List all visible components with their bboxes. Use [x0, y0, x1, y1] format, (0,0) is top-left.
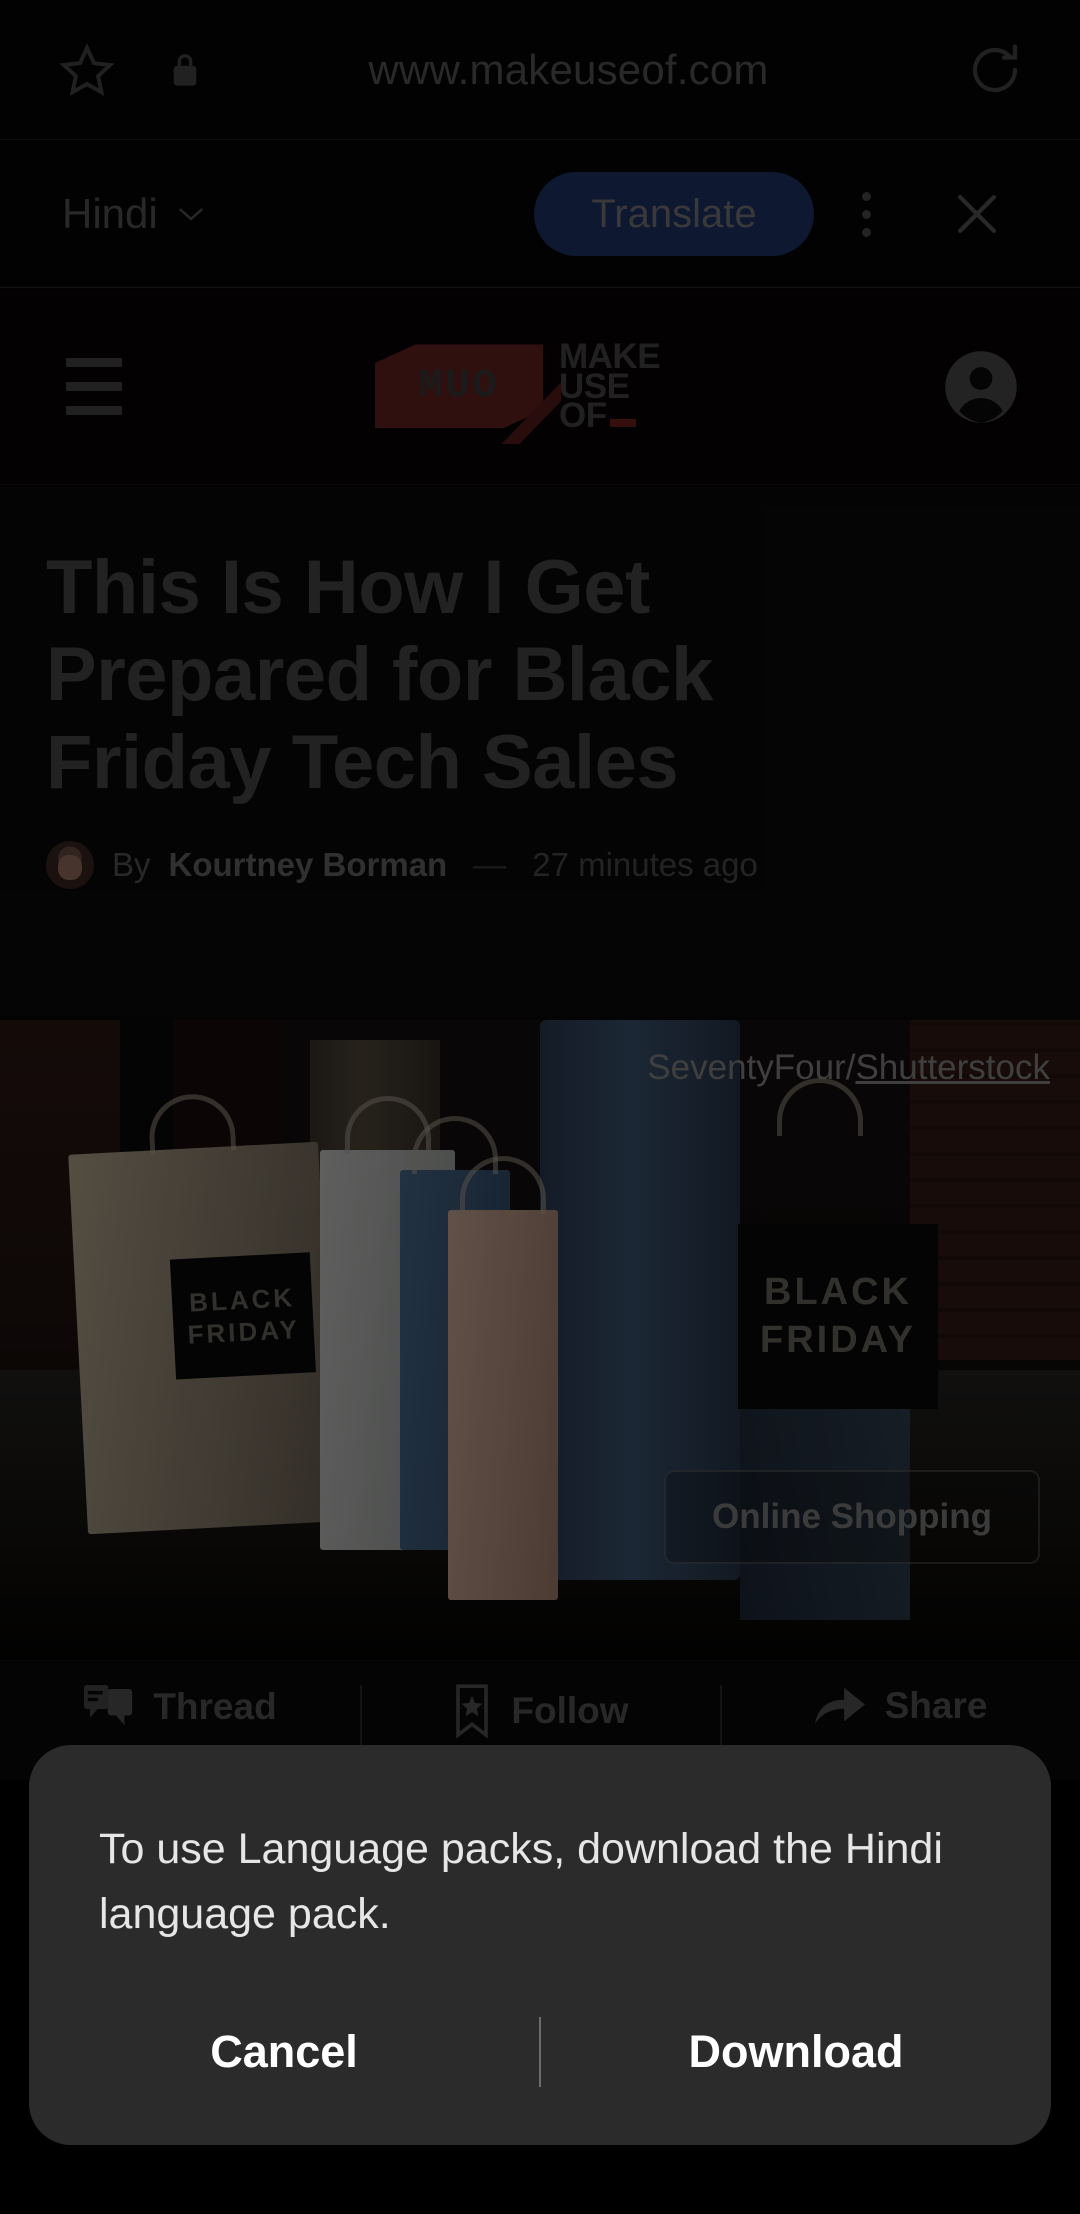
screen: www.makeuseof.com Hindi Translate	[0, 0, 1080, 2214]
cancel-button[interactable]: Cancel	[29, 2026, 539, 2078]
dialog-actions: Cancel Download	[29, 2017, 1051, 2087]
download-button[interactable]: Download	[541, 2026, 1051, 2078]
dialog-message: To use Language packs, download the Hind…	[99, 1825, 943, 1938]
language-pack-dialog: To use Language packs, download the Hind…	[29, 1745, 1051, 2145]
